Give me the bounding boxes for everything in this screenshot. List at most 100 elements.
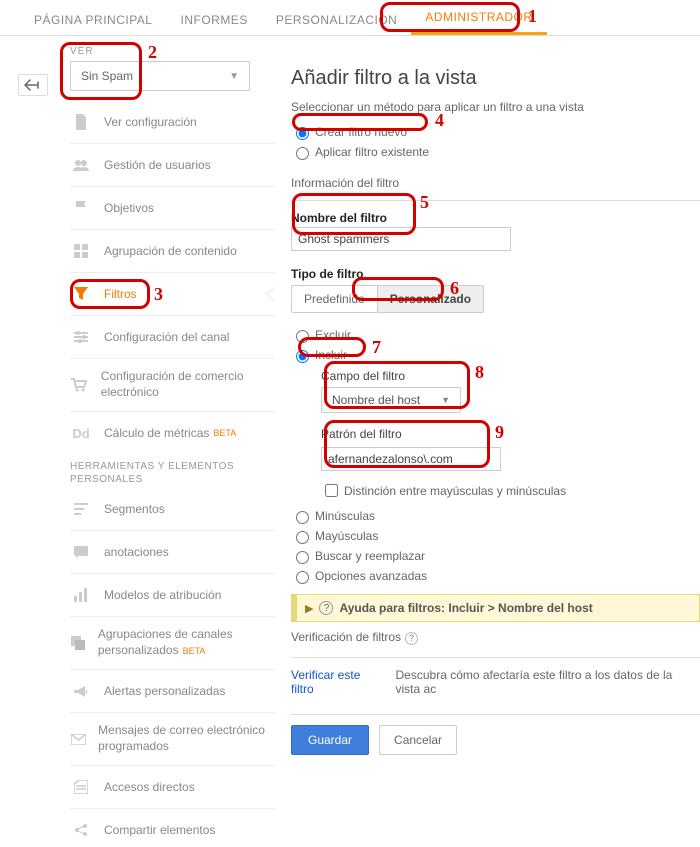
sidebar-item-label: Configuración del canal: [104, 330, 229, 344]
verify-filter-link[interactable]: Verificar este filtro: [291, 668, 382, 696]
sidebar-item-label: Mensajes de correo electrónico programad…: [98, 723, 275, 754]
shortcut-icon: [70, 778, 92, 796]
beta-badge: BETA: [213, 428, 236, 438]
sidebar-item-custom-alerts[interactable]: Alertas personalizadas: [70, 674, 275, 708]
sidebar-item-label: Objetivos: [104, 201, 154, 215]
tab-home[interactable]: PÁGINA PRINCIPAL: [20, 3, 166, 35]
campo-label: Campo del filtro: [321, 369, 700, 383]
radio-create-new[interactable]: Crear filtro nuevo: [291, 124, 700, 140]
sidebar-item-label: Agrupación de contenido: [104, 244, 237, 258]
filter-name-input[interactable]: [291, 227, 511, 251]
sidebar-item-channel-settings[interactable]: Configuración del canal: [70, 320, 275, 354]
sidebar-item-share[interactable]: Compartir elementos: [70, 813, 275, 847]
radio-search-replace[interactable]: Buscar y reemplazar: [291, 548, 700, 564]
sidebar-item-content-grouping[interactable]: Agrupación de contenido: [70, 234, 275, 268]
radio-exclude[interactable]: Excluir: [291, 327, 700, 343]
sidebar-item-view-settings[interactable]: Ver configuración: [70, 105, 275, 139]
sidebar-item-label: Segmentos: [104, 502, 165, 516]
sliders-icon: [70, 328, 92, 346]
sidebar-item-label: Modelos de atribución: [104, 588, 221, 602]
sidebar-item-label: Agrupaciones de canales personalizados: [98, 627, 233, 657]
case-sensitive-checkbox[interactable]: Distinción entre mayúsculas y minúsculas: [321, 481, 700, 500]
radio-uppercase[interactable]: Mayúsculas: [291, 528, 700, 544]
tab-customization[interactable]: PERSONALIZACIÓN: [262, 3, 412, 35]
radio-uppercase-input[interactable]: [296, 531, 309, 544]
radio-include[interactable]: Incluir: [291, 347, 700, 363]
radio-exclude-input[interactable]: [296, 330, 309, 343]
sidebar-item-filters[interactable]: Filtros: [70, 277, 275, 311]
mail-icon: [70, 730, 86, 748]
view-select[interactable]: Sin Spam ▼: [70, 61, 250, 91]
type-predefined-button[interactable]: Predefinido: [291, 285, 378, 313]
sidebar-item-label: Accesos directos: [104, 780, 195, 794]
radio-label: Incluir: [315, 348, 347, 362]
page-title: Añadir filtro a la vista: [291, 67, 700, 90]
patron-label: Patrón del filtro: [321, 427, 700, 441]
filter-info-heading: Información del filtro: [291, 176, 700, 190]
sidebar-tools-heading: HERRAMIENTAS Y ELEMENTOS PERSONALES: [70, 450, 275, 492]
sidebar-item-label: Gestión de usuarios: [104, 158, 211, 172]
radio-label: Opciones avanzadas: [315, 569, 427, 583]
radio-apply-existing[interactable]: Aplicar filtro existente: [291, 144, 700, 160]
radio-search-replace-input[interactable]: [296, 551, 309, 564]
sidebar-item-label: Filtros: [104, 287, 137, 301]
sidebar-item-channel-groupings[interactable]: Agrupaciones de canales personalizadosBE…: [70, 621, 275, 665]
help-text: Ayuda para filtros: Incluir > Nombre del…: [339, 601, 592, 615]
share-icon: [70, 821, 92, 839]
sidebar-item-scheduled-emails[interactable]: Mensajes de correo electrónico programad…: [70, 717, 275, 761]
cart-icon: [70, 376, 89, 394]
sidebar-item-goals[interactable]: Objetivos: [70, 191, 275, 225]
help-banner[interactable]: ▶ ? Ayuda para filtros: Incluir > Nombre…: [291, 594, 700, 622]
radio-advanced[interactable]: Opciones avanzadas: [291, 568, 700, 584]
radio-create-new-input[interactable]: [296, 127, 309, 140]
chevron-down-icon: ▼: [441, 395, 450, 405]
sidebar-item-annotations[interactable]: anotaciones: [70, 535, 275, 569]
radio-lowercase-input[interactable]: [296, 511, 309, 524]
sidebar-item-segments[interactable]: Segmentos: [70, 492, 275, 526]
radio-advanced-input[interactable]: [296, 571, 309, 584]
case-sensitive-input[interactable]: [325, 484, 338, 497]
radio-lowercase[interactable]: Minúsculas: [291, 508, 700, 524]
help-icon[interactable]: ?: [405, 632, 418, 645]
radio-include-input[interactable]: [296, 350, 309, 363]
back-button[interactable]: [18, 74, 48, 96]
view-selected: Sin Spam: [81, 69, 133, 83]
radio-apply-existing-input[interactable]: [296, 147, 309, 160]
tab-reports[interactable]: INFORMES: [166, 3, 261, 35]
sidebar-item-attribution[interactable]: Modelos de atribución: [70, 578, 275, 612]
select-method-label: Seleccionar un método para aplicar un fi…: [291, 100, 700, 114]
flag-icon: [70, 199, 92, 217]
sidebar-item-ecommerce-settings[interactable]: Configuración de comercio electrónico: [70, 363, 275, 407]
radio-label: Minúsculas: [315, 509, 375, 523]
tab-admin[interactable]: ADMINISTRADOR: [411, 0, 546, 35]
sidebar-item-user-management[interactable]: Gestión de usuarios: [70, 148, 275, 182]
verify-heading: Verificación de filtros?: [291, 630, 700, 645]
segments-icon: [70, 500, 92, 518]
sidebar-item-label: Alertas personalizadas: [104, 684, 225, 698]
dd-icon: Dd: [70, 424, 92, 442]
cancel-button[interactable]: Cancelar: [379, 725, 457, 755]
grid-icon: [70, 242, 92, 260]
megaphone-icon: [70, 682, 92, 700]
sidebar-item-shortcuts[interactable]: Accesos directos: [70, 770, 275, 804]
sidebar-item-label: Cálculo de métricas: [104, 426, 209, 440]
filter-type-label: Tipo de filtro: [291, 267, 700, 281]
help-icon: ?: [319, 601, 333, 615]
users-icon: [70, 156, 92, 174]
type-custom-button[interactable]: Personalizado: [377, 285, 484, 313]
patron-input[interactable]: [321, 447, 501, 471]
radio-label: Excluir: [315, 328, 351, 342]
sidebar: Ver configuración Gestión de usuarios Ob…: [14, 105, 275, 847]
campo-value: Nombre del host: [332, 393, 420, 407]
speech-icon: [70, 543, 92, 561]
chevron-down-icon: ▼: [229, 71, 239, 82]
sidebar-item-label: Ver configuración: [104, 115, 197, 129]
sidebar-item-label: anotaciones: [104, 545, 169, 559]
sidebar-item-label: Configuración de comercio electrónico: [101, 369, 275, 400]
chevron-right-icon: ▶: [305, 602, 313, 615]
sidebar-item-calculated-metrics[interactable]: Dd Cálculo de métricas BETA: [70, 416, 275, 450]
document-icon: [70, 113, 92, 131]
radio-label: Buscar y reemplazar: [315, 549, 425, 563]
save-button[interactable]: Guardar: [291, 725, 369, 755]
campo-dropdown[interactable]: Nombre del host ▼: [321, 387, 461, 413]
